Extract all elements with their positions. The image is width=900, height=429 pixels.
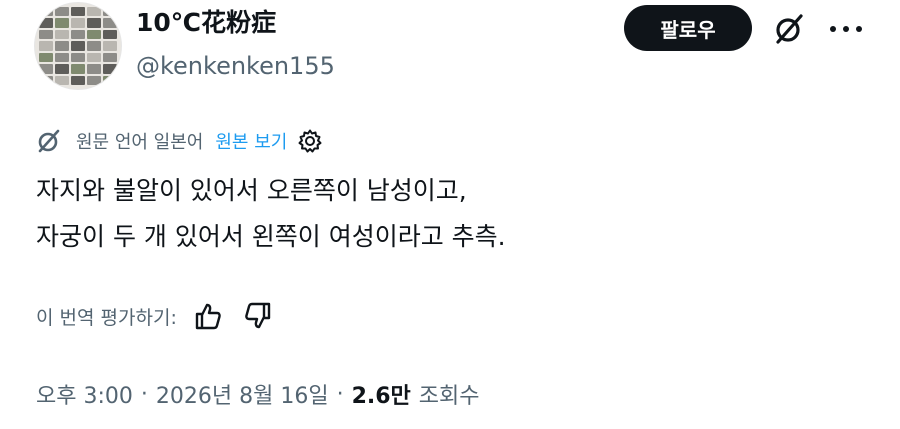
translate-icon <box>38 129 60 153</box>
translation-info: 원문 언어 일본어 원본 보기 <box>36 126 323 156</box>
gear-icon[interactable] <box>297 128 323 154</box>
avatar-image <box>35 3 121 89</box>
views-count: 2.6만 <box>351 384 411 409</box>
display-name[interactable]: 10℃花粉症 <box>136 6 276 40</box>
show-original-link[interactable]: 원본 보기 <box>215 128 287 154</box>
avatar[interactable] <box>34 2 122 90</box>
meta-separator: · <box>336 381 344 407</box>
rate-translation-label: 이 번역 평가하기: <box>36 306 177 329</box>
tweet-line: 자궁이 두 개 있어서 왼쪽이 여성이라고 추측. <box>36 222 506 251</box>
thumbs-up-icon[interactable] <box>193 301 223 331</box>
follow-button[interactable]: 팔로우 <box>624 5 752 51</box>
grok-icon[interactable] <box>772 12 806 46</box>
views-label: 조회수 <box>418 384 480 409</box>
thumbs-down-icon[interactable] <box>243 301 273 331</box>
user-handle[interactable]: @kenkenken155 <box>136 50 335 82</box>
tweet-line: 자지와 불알이 있어서 오른쪽이 남성이고, <box>36 176 467 205</box>
meta-separator: · <box>140 381 148 407</box>
translation-note: 원문 언어 일본어 <box>76 132 204 153</box>
tweet-view: 10℃花粉症 @kenkenken155 팔로우 원문 언어 일본어 원본 보기… <box>0 0 900 429</box>
tweet-text: 자지와 불알이 있어서 오른쪽이 남성이고, 자궁이 두 개 있어서 왼쪽이 여… <box>36 168 866 260</box>
tweet-time[interactable]: 오후 3:00 <box>36 378 133 410</box>
more-options-icon[interactable] <box>826 12 866 46</box>
rate-translation: 이 번역 평가하기: <box>36 298 273 334</box>
tweet-date[interactable]: 2026년 8월 16일 <box>156 378 329 410</box>
tweet-meta: 오후 3:00 · 2026년 8월 16일 · 2.6만 조회수 <box>36 376 480 412</box>
